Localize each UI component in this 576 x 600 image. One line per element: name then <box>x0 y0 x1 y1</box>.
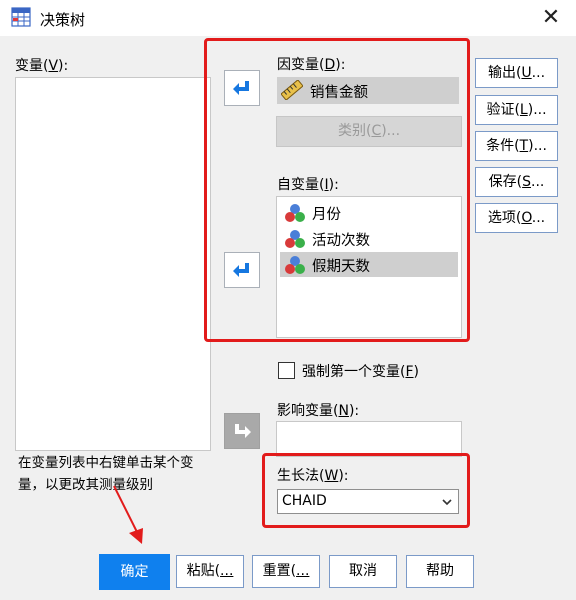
annotation-box-growth <box>262 453 470 528</box>
criteria-button[interactable]: 条件(T)... <box>475 131 558 161</box>
variables-label: 变量(V): <box>15 58 69 74</box>
variables-list[interactable] <box>15 77 211 451</box>
options-button[interactable]: 选项(O... <box>475 203 558 233</box>
help-button[interactable]: 帮助 <box>406 555 474 588</box>
decision-tree-app-icon <box>11 7 31 27</box>
move-influence-button[interactable] <box>224 413 260 449</box>
window-title: 决策树 <box>40 11 86 29</box>
reset-button[interactable]: 重置(... <box>252 555 320 588</box>
cancel-button[interactable]: 取消 <box>329 555 397 588</box>
influence-field[interactable] <box>276 421 462 457</box>
annotation-arrow <box>113 485 143 544</box>
close-icon[interactable]: ✕ <box>536 3 566 33</box>
title-bar <box>0 0 576 36</box>
output-button[interactable]: 输出(U... <box>475 58 558 88</box>
force-first-label: 强制第一个变量(F) <box>302 364 419 380</box>
arrow-right-icon <box>235 424 251 438</box>
ok-button[interactable]: 确定 <box>99 554 170 590</box>
annotation-box-variables <box>204 38 470 342</box>
force-first-checkbox[interactable] <box>278 362 295 379</box>
influence-label: 影响变量(N): <box>277 403 360 419</box>
validation-button[interactable]: 验证(L)... <box>475 95 558 125</box>
paste-button[interactable]: 粘贴(... <box>176 555 244 588</box>
save-button[interactable]: 保存(S... <box>475 167 558 197</box>
